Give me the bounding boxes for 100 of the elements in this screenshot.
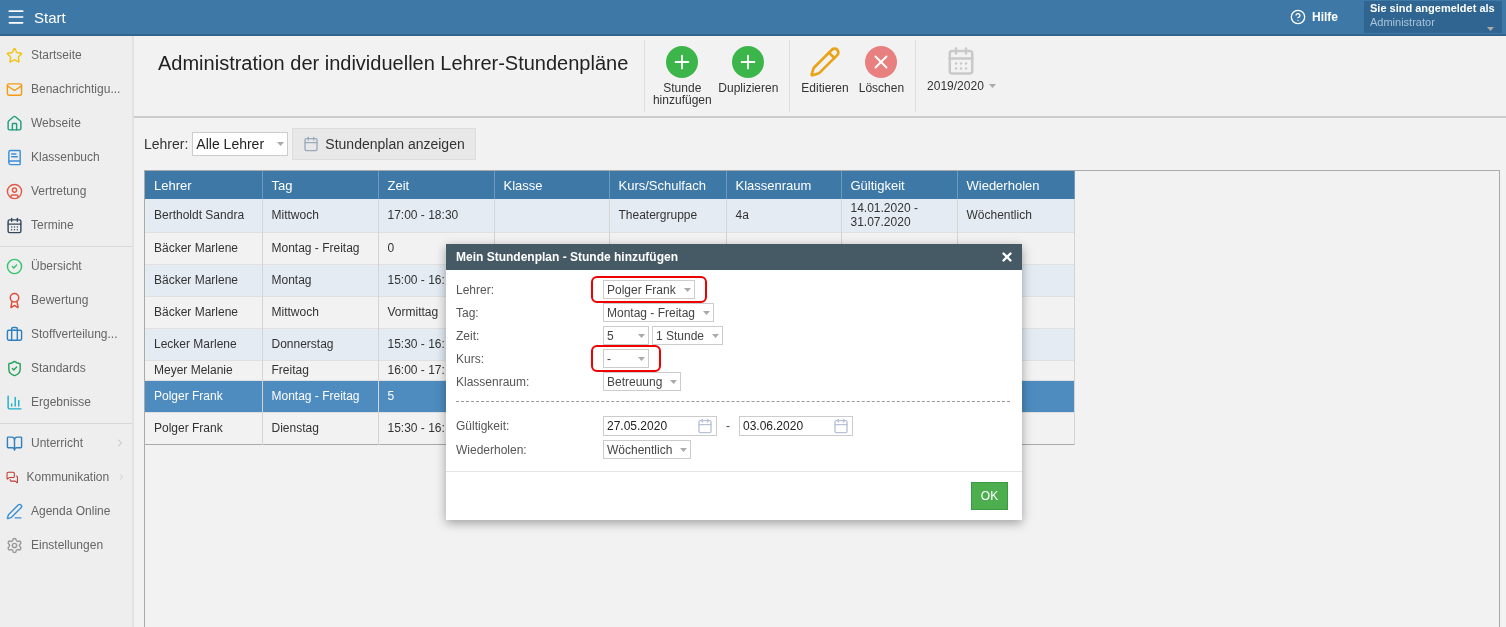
table-cell: Meyer Melanie [145, 360, 262, 380]
calendar-icon [833, 418, 849, 434]
select-field[interactable]: Wöchentlich [603, 440, 692, 459]
table-cell: Montag - Freitag [262, 380, 378, 412]
gear-icon [6, 536, 23, 554]
field-label: Lehrer: [456, 282, 496, 297]
table-cell: Bäcker Marlene [145, 232, 262, 264]
select-field[interactable]: - [603, 349, 649, 368]
caret-icon [680, 447, 688, 452]
table-cell: Polger Frank [145, 380, 262, 412]
table-cell: Wöchentlich [957, 199, 1074, 232]
table-cell: 4a [726, 199, 841, 232]
sidebar-item[interactable]: Kommunikation [0, 460, 132, 494]
sidebar-item[interactable]: Klassenbuch [0, 140, 132, 174]
caret-icon [638, 333, 645, 338]
teacher-select[interactable]: Alle Lehrer [192, 132, 289, 156]
field-label: Zeit: [456, 328, 481, 343]
column-header: Tag [262, 171, 378, 199]
person-icon [6, 182, 23, 200]
table-cell: Theatergruppe [609, 199, 726, 232]
sidebar-item[interactable]: Stoffverteilung... [0, 317, 132, 351]
caret-icon [638, 356, 645, 361]
close-icon [865, 46, 898, 78]
star-icon [6, 46, 23, 64]
select-field[interactable]: Betreuung [603, 372, 682, 391]
caret-icon [277, 142, 285, 146]
page-title: Administration der individuellen Lehrer-Stundenpläne [158, 52, 629, 75]
help-button[interactable]: Hilfe [1284, 8, 1344, 26]
year-dropdown[interactable]: 2019/2020 [922, 40, 1001, 112]
table-cell: Donnerstag [262, 328, 378, 360]
sidebar-item[interactable]: Einstellungen [0, 528, 132, 562]
sidebar-item[interactable]: Termine [0, 208, 132, 242]
caret-icon [703, 310, 711, 315]
table-cell: Mittwoch [262, 199, 378, 232]
table-cell: 14.01.2020 - 31.07.2020 [841, 199, 957, 232]
pen-icon [6, 502, 23, 520]
envelope-icon [6, 80, 23, 98]
sidebar-item[interactable]: Standards [0, 351, 132, 385]
table-cell: Mittwoch [262, 296, 378, 328]
table-cell: Bäcker Marlene [145, 264, 262, 296]
sidebar-item[interactable]: Übersicht [0, 249, 132, 283]
sidebar-item[interactable]: Webseite [0, 106, 132, 140]
table-cell: Polger Frank [145, 412, 262, 444]
select-field[interactable]: Polger Frank [603, 280, 695, 299]
shield-icon [6, 359, 23, 377]
sidebar-item[interactable]: Vertretung [0, 174, 132, 208]
table-cell: Montag [262, 264, 378, 296]
toolbar-button[interactable]: Stunde hinzufügen [651, 40, 714, 112]
check-icon [6, 257, 23, 275]
caret-icon [712, 333, 720, 338]
toolbar-button[interactable]: Duplizieren [713, 40, 784, 112]
table-cell: Lecker Marlene [145, 328, 262, 360]
column-header: Kurs/Schulfach [609, 171, 726, 199]
sidebar-item[interactable]: Unterricht [0, 426, 132, 460]
caret-icon [988, 84, 996, 88]
caret-icon [670, 379, 678, 384]
calendar-icon [697, 418, 713, 434]
plus-icon [732, 46, 765, 78]
toolbar-button[interactable]: Editieren [796, 40, 854, 112]
calendar-icon [946, 46, 977, 76]
select-field[interactable]: Montag - Freitag [603, 303, 715, 322]
column-header: Zeit [378, 171, 494, 199]
date-field[interactable]: 03.06.2020 [739, 416, 853, 436]
caret-icon [1487, 27, 1494, 31]
select-field[interactable]: 5 [603, 326, 649, 345]
table-cell: Montag - Freitag [262, 232, 378, 264]
sidebar-item[interactable]: Agenda Online [0, 494, 132, 528]
book-icon [6, 148, 23, 166]
chevron-icon [117, 471, 126, 483]
range-separator: - [726, 419, 730, 433]
house-icon [6, 114, 23, 132]
sidebar-item[interactable]: Benachrichtigu... [0, 72, 132, 106]
plus-icon [666, 46, 699, 78]
open-book-icon [6, 434, 23, 452]
field-label: Wiederholen: [456, 442, 528, 457]
show-schedule-button[interactable]: Stundenplan anzeigen [292, 128, 476, 160]
table-cell: Bertholdt Sandra [145, 199, 262, 232]
sidebar-item[interactable]: Ergebnisse [0, 385, 132, 419]
help-icon [1290, 9, 1306, 25]
close-icon[interactable] [1000, 250, 1014, 264]
toolbar-button[interactable]: Löschen [853, 40, 910, 112]
date-field[interactable]: 27.05.2020 [603, 416, 717, 436]
menu-icon[interactable] [6, 7, 26, 27]
table-cell: Dienstag [262, 412, 378, 444]
user-menu[interactable]: Sie sind angemeldet als Administrator [1364, 1, 1502, 33]
column-header: Wiederholen [957, 171, 1074, 199]
field-label: Tag: [456, 305, 480, 320]
sidebar-item[interactable]: Startseite [0, 38, 132, 72]
select-field[interactable]: 1 Stunde [652, 326, 724, 345]
column-header: Lehrer [145, 171, 262, 199]
sidebar-item[interactable]: Bewertung [0, 283, 132, 317]
column-header: Klassenraum [726, 171, 841, 199]
table-cell: 17:00 - 18:30 [378, 199, 494, 232]
calendar-icon [6, 216, 23, 234]
briefcase-icon [6, 325, 23, 343]
caret-icon [683, 287, 691, 292]
column-header: Gültigkeit [841, 171, 957, 199]
app-title: Start [34, 8, 67, 26]
bar-chart-icon [6, 393, 23, 411]
table-cell: Bäcker Marlene [145, 296, 262, 328]
